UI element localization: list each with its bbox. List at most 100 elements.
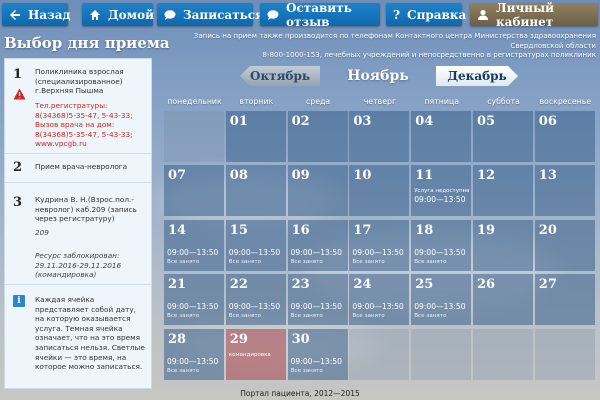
page-title: Выбор дня приема [4, 34, 170, 52]
step-number: 1 [13, 67, 23, 82]
calendar-day-cell[interactable]: 14 09:00—13:50 Все занято [164, 219, 224, 271]
day-number: 12 [477, 168, 496, 184]
step-service[interactable]: 2 Прием врача-невролога [5, 154, 151, 183]
availability-status: Все занято [167, 367, 200, 374]
calendar-day-cell[interactable]: 30 09:00—13:50 Все занято [287, 328, 348, 380]
info-legend: i Каждая ячейка представляет собой дату,… [5, 285, 151, 388]
calendar-day-cell[interactable]: 12 [473, 165, 533, 217]
day-number: 02 [291, 114, 310, 129]
availability-status: Все занято [352, 258, 385, 265]
service-name: Прием врача-невролога [35, 162, 128, 171]
day-number: 10 [353, 168, 372, 184]
day-number: 01 [229, 114, 248, 129]
next-month-button[interactable]: Декабрь [436, 66, 518, 86]
calendar-cell-empty [411, 328, 472, 380]
day-number: 13 [538, 168, 557, 184]
day-number: 22 [229, 277, 248, 293]
time-range: 09:00—13:50 [414, 247, 466, 257]
room-number: 209 [35, 228, 49, 237]
weekday-label: пятница [424, 97, 459, 106]
step-clinic[interactable]: 1 Поликлиника взрослая (специализированн… [5, 59, 151, 154]
calendar-day-cell[interactable]: 05 [473, 111, 533, 162]
calendar-day-cell[interactable]: 10 [349, 165, 410, 217]
availability-status: Все занято [228, 258, 262, 265]
calendar-day-cell[interactable]: 06 [534, 111, 595, 162]
prev-month-button[interactable]: Октябрь [240, 66, 320, 86]
weekday-label: воскресенье [539, 97, 592, 106]
calendar-day-cell[interactable]: 26 [473, 274, 533, 326]
calendar-day-cell[interactable]: 16 09:00—13:50 Все занято [287, 219, 348, 271]
doctor-name: Кудрина В. Н.(Взрос.пол.- невролог) каб.… [35, 195, 137, 224]
calendar-day-cell[interactable]: 28 09:00—13:50 Все занято [164, 328, 224, 380]
calendar-day-cell[interactable]: 15 09:00—13:50 Все занято [225, 219, 286, 271]
signup-button[interactable]: Записаться [157, 3, 264, 26]
calendar-day-cell[interactable]: 13 [534, 165, 595, 217]
calendar-day-cell[interactable]: 27 [534, 274, 595, 326]
day-number: 04 [415, 114, 434, 129]
help-button[interactable]: ? Справка [386, 3, 466, 26]
day-number: 29 [229, 331, 248, 347]
chat-bubble-icon [164, 8, 176, 22]
home-button[interactable]: Домой [82, 3, 155, 26]
day-number: 23 [291, 277, 310, 293]
top-navigation: Назад Домой Записаться Оставить отзыв ? … [0, 0, 600, 29]
time-range: 09:00—13:50 [167, 302, 219, 312]
calendar-day-cell[interactable]: 11 Услуга недоступна 09:00—13:50 [411, 165, 472, 217]
help-label: Справка [407, 7, 467, 22]
calendar-day-cell[interactable]: 29 командировка [225, 328, 286, 380]
day-note: Услуга недоступна [414, 188, 470, 195]
day-number: 17 [353, 222, 372, 238]
day-number: 25 [415, 277, 434, 293]
user-icon [477, 8, 489, 22]
chat-bubble-icon [267, 8, 279, 22]
calendar-day-cell[interactable]: 20 [534, 219, 595, 271]
time-range: 09:00—13:50 [414, 302, 466, 312]
calendar-cell-empty [534, 328, 595, 380]
step-doctor[interactable]: 3 Кудрина В. Н.(Взрос.пол.- невролог) ка… [5, 183, 151, 285]
signup-label: Записаться [183, 7, 264, 22]
day-number: 07 [168, 168, 187, 184]
calendar-day-cell[interactable]: 08 [225, 165, 286, 217]
home-icon [89, 8, 101, 22]
calendar-day-cell[interactable]: 23 09:00—13:50 Все занято [287, 274, 348, 326]
calendar-day-cell[interactable]: 18 09:00—13:50 Все занято [411, 219, 472, 271]
legend-text: Каждая ячейка представляет собой дату, н… [35, 295, 145, 372]
steps-panel: 1 Поликлиника взрослая (специализированн… [4, 58, 152, 389]
day-note: командировка [228, 351, 271, 358]
question-icon: ? [393, 7, 401, 22]
contact-info: Запись на прием также производится по те… [176, 31, 596, 60]
calendar-day-cell[interactable]: 22 09:00—13:50 Все занято [225, 274, 286, 326]
home-label: Домой [108, 7, 155, 22]
leave-review-button[interactable]: Оставить отзыв [260, 1, 380, 29]
calendar-day-cell[interactable]: 17 09:00—13:50 Все занято [349, 219, 410, 271]
availability-status: Все занято [352, 313, 385, 320]
calendar-day-cell[interactable]: 09 [287, 165, 348, 217]
day-number: 05 [477, 114, 496, 129]
calendar-day-cell[interactable]: 04 [411, 111, 472, 162]
arrow-left-icon [9, 8, 21, 22]
availability-status: Все занято [414, 313, 447, 320]
calendar-day-cell[interactable]: 02 [287, 111, 348, 162]
calendar-day-cell[interactable]: 21 09:00—13:50 Все занято [164, 274, 224, 326]
calendar-day-cell[interactable]: 07 [164, 165, 224, 217]
calendar-day-cell[interactable]: 03 [349, 111, 410, 162]
day-number: 18 [415, 222, 434, 238]
day-number: 21 [168, 277, 187, 293]
time-range: 09:00—13:50 [352, 247, 404, 257]
day-number: 24 [353, 277, 372, 293]
time-range: 09:00—13:50 [352, 302, 404, 312]
back-button[interactable]: Назад [2, 3, 71, 26]
step-number: 2 [13, 160, 23, 175]
time-range: 09:00—13:50 [228, 247, 281, 257]
calendar-day-cell[interactable]: 19 [473, 219, 533, 271]
availability-status: Все занято [167, 258, 200, 265]
time-range: 09:00—13:50 [290, 247, 342, 257]
calendar-day-cell[interactable]: 24 09:00—13:50 Все занято [349, 274, 410, 326]
day-number: 19 [477, 222, 496, 238]
calendar-day-cell[interactable]: 01 [225, 111, 286, 162]
info-icon: i [13, 295, 25, 307]
time-range: 09:00—13:50 [228, 302, 281, 312]
day-number: 20 [538, 222, 557, 238]
personal-cabinet-button[interactable]: Личный кабинет [470, 1, 598, 29]
calendar-day-cell[interactable]: 25 09:00—13:50 Все занято [411, 274, 472, 326]
